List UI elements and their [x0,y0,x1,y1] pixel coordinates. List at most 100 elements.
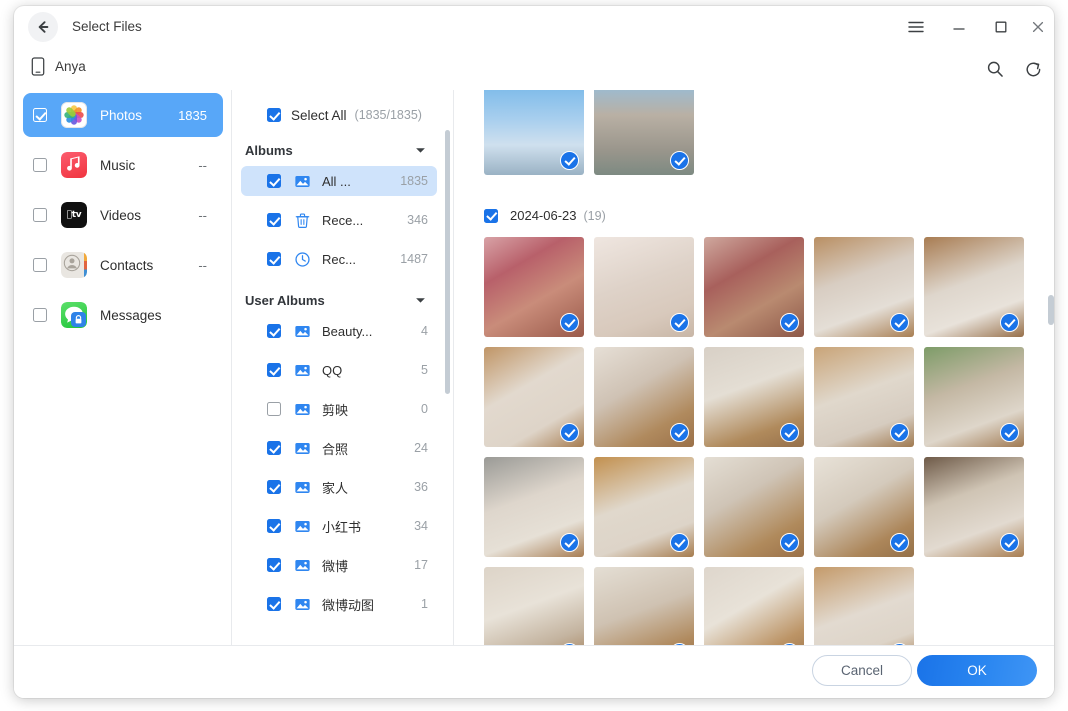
image-icon [294,401,311,418]
photo-selected-badge[interactable] [1000,423,1019,442]
album-label: 小红书 [322,519,362,535]
sidebar-checkbox-music[interactable] [33,158,47,172]
photo-thumbnail[interactable] [924,457,1024,557]
album-checkbox[interactable] [267,213,281,227]
photo-thumbnail[interactable] [484,237,584,337]
minimize-button[interactable] [946,14,972,40]
photo-selected-badge[interactable] [560,151,579,170]
refresh-button[interactable] [1019,55,1047,83]
cancel-button[interactable]: Cancel [812,655,912,686]
photo-thumbnail[interactable] [704,347,804,447]
photo-selected-badge[interactable] [890,423,909,442]
album-group-header-1[interactable]: User Albums [232,287,453,313]
select-all-row[interactable]: Select All (1835/1835) [232,102,453,128]
hamburger-menu-button[interactable] [903,14,929,40]
close-button[interactable] [1025,14,1051,40]
album-checkbox[interactable] [267,441,281,455]
date-group-checkbox[interactable] [484,208,498,223]
search-button[interactable] [981,55,1009,83]
select-files-window: Select Files Anya Photos 1835 Music -- t… [14,6,1054,698]
photo-selected-badge[interactable] [560,423,579,442]
photo-thumbnail[interactable] [814,457,914,557]
sidebar-item-contacts[interactable]: Contacts -- [23,243,223,287]
photo-thumbnail[interactable] [594,237,694,337]
album-checkbox[interactable] [267,597,281,611]
photo-thumbnail[interactable] [484,347,584,447]
photo-thumbnail[interactable] [924,237,1024,337]
sidebar-checkbox-messages[interactable] [33,308,47,322]
sidebar-item-music[interactable]: Music -- [23,143,223,187]
photo-selected-badge[interactable] [670,533,689,552]
photo-selected-badge[interactable] [780,533,799,552]
sidebar-item-messages[interactable]: Messages [23,293,223,337]
photo-selected-badge[interactable] [670,151,689,170]
photo-selected-badge[interactable] [560,313,579,332]
sidebar-checkbox-photos[interactable] [33,108,47,122]
photo-thumbnail[interactable] [814,237,914,337]
album-row[interactable]: Rece... 346 [241,205,437,235]
album-checkbox[interactable] [267,519,281,533]
album-checkbox[interactable] [267,324,281,338]
album-row[interactable]: 微博 17 [241,550,437,580]
album-row[interactable]: 微博动图 1 [241,589,437,619]
album-row[interactable]: 小红书 34 [241,511,437,541]
chevron-down-icon [416,298,425,303]
photo-thumbnail[interactable] [594,347,694,447]
album-row[interactable]: 剪映 0 [241,394,437,424]
photo-thumbnail[interactable] [704,567,804,645]
album-checkbox[interactable] [267,252,281,266]
photo-thumbnail[interactable] [594,567,694,645]
image-icon [295,598,310,610]
maximize-button[interactable] [988,14,1014,40]
album-checkbox[interactable] [267,363,281,377]
photo-selected-badge[interactable] [780,423,799,442]
album-checkbox[interactable] [267,402,281,416]
photo-selected-badge[interactable] [670,423,689,442]
photo-selected-badge[interactable] [560,533,579,552]
album-row[interactable]: 家人 36 [241,472,437,502]
album-checkbox[interactable] [267,174,281,188]
sidebar-item-photos[interactable]: Photos 1835 [23,93,223,137]
albums-scrollbar-thumb[interactable] [445,130,450,394]
select-all-checkbox[interactable] [267,108,281,122]
clock-icon [294,251,311,268]
album-group-header-0[interactable]: Albums [232,137,453,163]
album-row[interactable]: 合照 24 [241,433,437,463]
image-icon [295,364,310,376]
photo-thumbnail[interactable] [814,347,914,447]
sidebar-checkbox-videos[interactable] [33,208,47,222]
photo-selected-badge[interactable] [670,313,689,332]
album-row[interactable]: Beauty... 4 [241,316,437,346]
photo-thumbnail[interactable] [594,90,694,175]
photo-selected-badge[interactable] [780,313,799,332]
photo-thumbnail[interactable] [924,347,1024,447]
photo-thumbnail[interactable] [484,567,584,645]
photo-thumbnail[interactable] [704,237,804,337]
sidebar-checkbox-contacts[interactable] [33,258,47,272]
photo-thumbnail[interactable] [594,457,694,557]
photo-selected-badge[interactable] [890,533,909,552]
hamburger-menu-icon [908,21,924,33]
album-count: 24 [414,441,428,455]
photo-thumbnail[interactable] [814,567,914,645]
album-checkbox[interactable] [267,558,281,572]
trash-icon [294,212,311,229]
album-label: All ... [322,173,351,189]
image-icon [295,559,310,571]
ok-button[interactable]: OK [917,655,1037,686]
album-row[interactable]: All ... 1835 [241,166,437,196]
photo-thumbnail[interactable] [704,457,804,557]
photo-selected-badge[interactable] [1000,313,1019,332]
album-row[interactable]: Rec... 1487 [241,244,437,274]
sidebar-item-count: 1835 [178,107,207,123]
album-row[interactable]: QQ 5 [241,355,437,385]
photos-scrollbar-thumb[interactable] [1048,295,1054,325]
photo-selected-badge[interactable] [890,313,909,332]
back-button[interactable] [28,12,58,42]
photo-thumbnail[interactable] [484,90,584,175]
photo-thumbnail[interactable] [484,457,584,557]
sidebar-item-videos[interactable]: tv Videos -- [23,193,223,237]
album-checkbox[interactable] [267,480,281,494]
date-group-header[interactable]: 2024-06-23 (19) [484,208,606,223]
photo-selected-badge[interactable] [1000,533,1019,552]
